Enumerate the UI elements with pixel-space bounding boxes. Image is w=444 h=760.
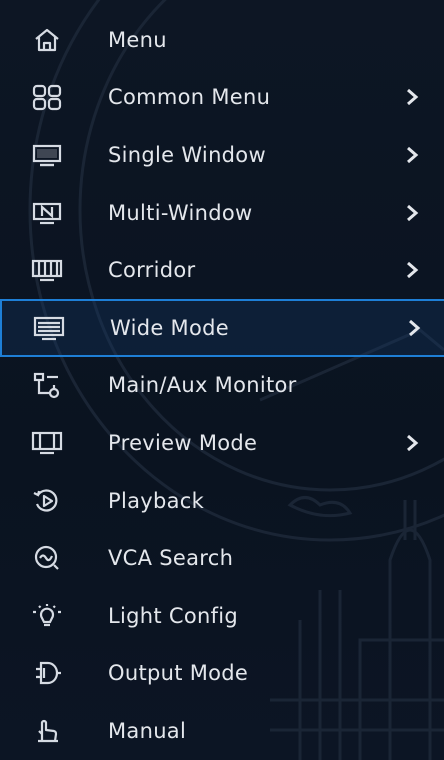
menu-item-output-mode[interactable]: Output Mode [0, 645, 444, 703]
manual-icon [30, 717, 64, 745]
menu-item-label: VCA Search [108, 546, 234, 571]
grid-icon [30, 83, 64, 111]
menu-item-multi-window[interactable]: Multi-Window [0, 184, 444, 242]
menu-item-label: Manual [108, 718, 187, 743]
menu-item-label: Output Mode [108, 661, 249, 686]
menu-item-manual[interactable]: Manual [0, 702, 444, 760]
chevron-right-icon [406, 318, 422, 338]
menu-item-preview-mode[interactable]: Preview Mode [0, 414, 444, 472]
menu-item-vca-search[interactable]: VCA Search [0, 529, 444, 587]
menu-item-label: Light Config [108, 603, 239, 628]
menu-list: Menu Common Menu Single Window Multi-Win… [0, 0, 444, 760]
menu-item-label: Multi-Window [108, 200, 253, 225]
playback-icon [30, 487, 64, 515]
menu-item-label: Single Window [108, 142, 266, 167]
chevron-right-icon [404, 203, 420, 223]
menu-item-common-menu[interactable]: Common Menu [0, 69, 444, 127]
menu-item-label: Playback [108, 488, 205, 513]
preview-mode-icon [30, 429, 64, 457]
context-menu: Menu Common Menu Single Window Multi-Win… [0, 0, 444, 760]
chevron-right-icon [404, 260, 420, 280]
menu-item-label: Menu [108, 27, 167, 52]
chevron-right-icon [404, 87, 420, 107]
menu-item-label: Corridor [108, 258, 196, 283]
menu-item-label: Preview Mode [108, 430, 258, 455]
vca-search-icon [30, 544, 64, 572]
monitor-icon [30, 141, 64, 169]
menu-item-label: Wide Mode [110, 315, 229, 340]
home-icon [30, 26, 64, 54]
menu-item-playback[interactable]: Playback [0, 472, 444, 530]
corridor-icon [30, 256, 64, 284]
menu-item-label: Common Menu [108, 85, 271, 110]
wide-mode-icon [32, 314, 66, 342]
multi-window-icon [30, 199, 64, 227]
menu-item-light-config[interactable]: Light Config [0, 587, 444, 645]
main-aux-monitor-icon [30, 371, 64, 399]
menu-item-label: Main/Aux Monitor [108, 373, 297, 398]
chevron-right-icon [404, 145, 420, 165]
menu-item-wide-mode[interactable]: Wide Mode [0, 298, 444, 357]
menu-item-menu[interactable]: Menu [0, 11, 444, 69]
chevron-right-icon [404, 433, 420, 453]
light-bulb-icon [30, 602, 64, 630]
menu-item-main-aux-monitor[interactable]: Main/Aux Monitor [0, 357, 444, 415]
output-mode-icon [30, 659, 64, 687]
menu-item-single-window[interactable]: Single Window [0, 126, 444, 184]
menu-item-corridor[interactable]: Corridor [0, 241, 444, 299]
